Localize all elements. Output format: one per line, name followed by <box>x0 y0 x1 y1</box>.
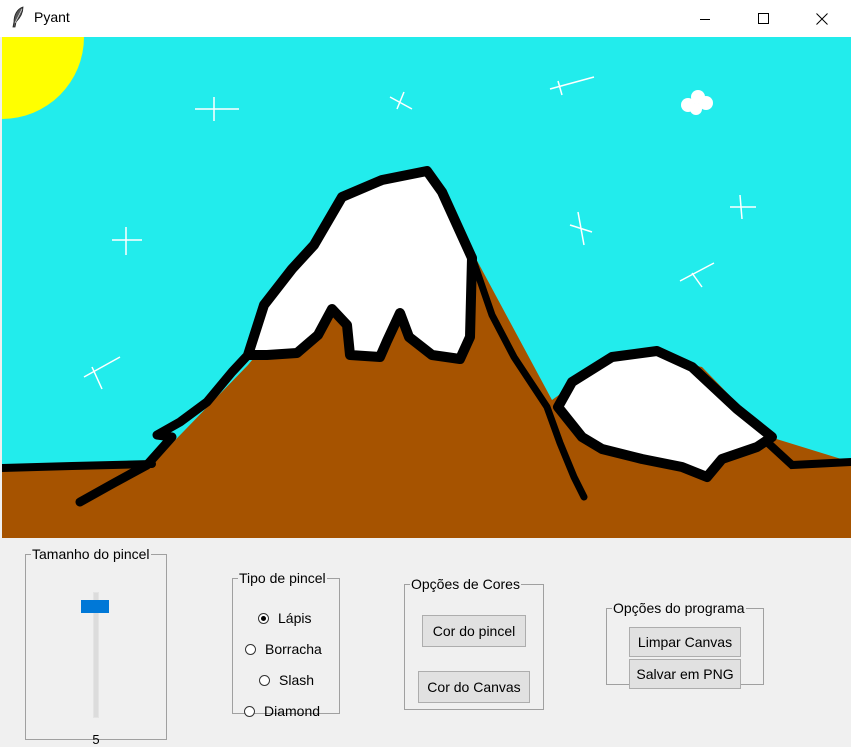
radio-diamond[interactable]: Diamond <box>244 703 320 719</box>
radio-lapis[interactable]: Lápis <box>258 610 311 626</box>
drawing-canvas[interactable] <box>0 37 851 538</box>
color-options-legend: Opções de Cores <box>411 576 520 592</box>
maximize-button[interactable] <box>741 0 787 37</box>
radio-indicator <box>259 674 270 686</box>
radio-label: Borracha <box>265 641 322 657</box>
brush-size-legend: Tamanho do pincel <box>32 546 150 562</box>
maximize-icon <box>758 12 769 24</box>
brush-type-legend: Tipo de pincel <box>239 570 326 586</box>
radio-indicator <box>258 612 269 624</box>
minimize-icon <box>700 18 710 20</box>
canvas-color-button[interactable]: Cor do Canvas <box>418 671 530 703</box>
radio-indicator <box>244 705 255 717</box>
title-bar: Pyant <box>0 0 851 37</box>
program-options-group: Opções do programa Limpar Canvas Salvar … <box>606 600 764 689</box>
clear-canvas-button[interactable]: Limpar Canvas <box>629 627 741 657</box>
radio-label: Diamond <box>264 703 321 719</box>
feather-icon <box>10 6 26 31</box>
close-icon <box>816 12 828 25</box>
minimize-button[interactable] <box>682 0 728 37</box>
brush-type-group: Tipo de pincel Lápis Borracha Slash Diam… <box>232 570 340 719</box>
radio-label: Slash <box>279 672 315 688</box>
radio-slash[interactable]: Slash <box>259 672 314 688</box>
program-options-legend: Opções do programa <box>613 600 745 616</box>
color-options-group: Opções de Cores Cor do pincel Cor do Can… <box>404 576 544 710</box>
window-title: Pyant <box>34 9 70 25</box>
brush-size-slider-thumb[interactable] <box>81 600 109 613</box>
save-png-button[interactable]: Salvar em PNG <box>629 659 741 689</box>
close-button[interactable] <box>799 0 845 37</box>
radio-borracha[interactable]: Borracha <box>245 641 322 657</box>
brush-size-group: Tamanho do pincel 5 <box>25 546 167 747</box>
radio-indicator <box>245 643 256 655</box>
brush-color-button[interactable]: Cor do pincel <box>422 615 526 647</box>
radio-label: Lápis <box>278 610 312 626</box>
